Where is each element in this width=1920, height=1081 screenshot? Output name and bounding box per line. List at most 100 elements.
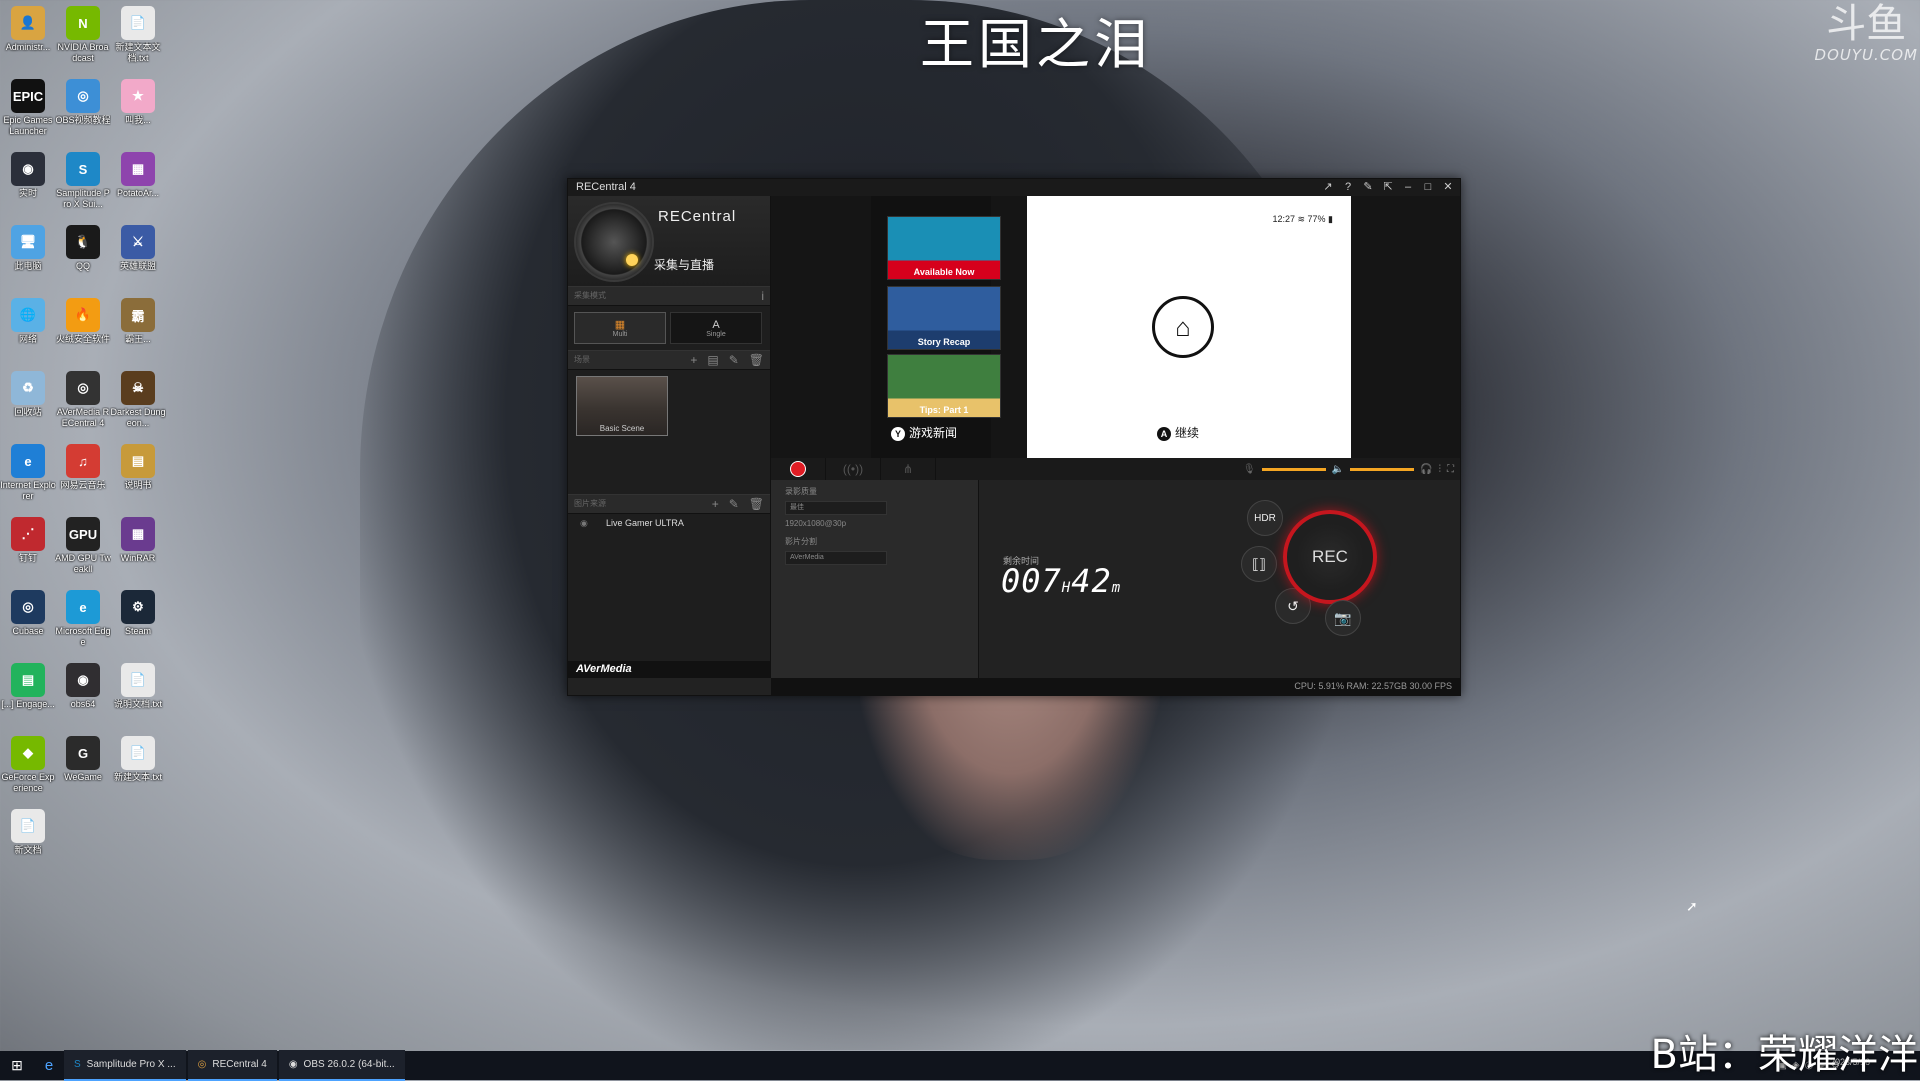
scene-item[interactable]: Basic Scene <box>576 376 668 436</box>
timeshift-button[interactable]: ⟦⟧ <box>1241 546 1277 582</box>
tab-stream[interactable]: ((•)) <box>826 458 881 480</box>
mode-multi-button[interactable]: ▦ Multi <box>574 312 666 344</box>
desktop-icon[interactable]: ⋰ 钉钉 <box>0 515 56 575</box>
app-icon: ⋰ <box>11 517 45 551</box>
speaker-icon[interactable]: 🔈 <box>1332 464 1344 475</box>
app-icon: EPIC <box>11 79 45 113</box>
quality-select[interactable]: 最佳 <box>785 501 887 515</box>
desktop-icon-label: [...] Engage... <box>1 699 55 709</box>
expand-icon[interactable]: ⇱ <box>1380 179 1396 196</box>
desktop-icon[interactable]: ⚙ Steam <box>110 588 166 648</box>
record-button[interactable]: REC <box>1283 510 1377 604</box>
close-button[interactable]: ✕ <box>1440 179 1456 196</box>
desktop-icon[interactable]: ◎ Cubase <box>0 588 56 648</box>
mic-volume-slider[interactable] <box>1261 467 1326 471</box>
desktop-icon-label: 说明书 <box>124 480 152 490</box>
desktop-icon[interactable]: ◉ obs64 <box>55 661 111 721</box>
desktop-icon[interactable]: GPU AMD GPU Tweakll <box>55 515 111 575</box>
switch-status: 12:27 ≋ 77% ▮ <box>1272 214 1333 224</box>
app-icon: ◎ <box>11 590 45 624</box>
mixer-icon[interactable]: ⫶ <box>1439 464 1442 475</box>
add-source-icon[interactable]: + <box>712 495 719 513</box>
start-button[interactable]: ⊞ <box>0 1057 34 1074</box>
visibility-icon[interactable]: ◉ <box>580 514 588 532</box>
video-preview: Available Now Story Recap Tips: Part 1 Y… <box>771 196 1460 458</box>
desktop-icon[interactable]: ▤ 说明书 <box>110 442 166 502</box>
task-samplitude[interactable]: S Samplitude Pro X ... <box>64 1050 186 1081</box>
hdr-button[interactable]: HDR <box>1247 500 1283 536</box>
task-recentral[interactable]: ◎ RECentral 4 <box>187 1050 277 1081</box>
desktop-icon-label: GeForce Experience <box>1 772 55 793</box>
app-icon: 🖥 <box>11 225 45 259</box>
news-thumb-3[interactable]: Tips: Part 1 <box>887 354 1001 418</box>
desktop-icon[interactable]: G WeGame <box>55 734 111 794</box>
split-select[interactable]: AVerMedia <box>785 551 887 565</box>
desktop-icon[interactable]: ▦ PotatoAr... <box>110 150 166 210</box>
maximize-button[interactable]: □ <box>1420 179 1436 196</box>
fullscreen-icon[interactable]: ⛶ <box>1447 464 1454 475</box>
settings-icon[interactable]: ✎ <box>1360 179 1376 196</box>
desktop-icon[interactable]: ◉ 实时 <box>0 150 56 210</box>
add-scene-icon[interactable]: + <box>690 351 697 369</box>
desktop-icon[interactable]: ◎ OBS视频教程 <box>55 77 111 137</box>
desktop-icon[interactable]: ◎ AVerMedia RECentral 4 <box>55 369 111 429</box>
desktop-icon[interactable]: 🐧 QQ <box>55 223 111 283</box>
desktop-icon[interactable]: 📄 新建文本.txt <box>110 734 166 794</box>
delete-scene-icon[interactable]: 🗑 <box>749 351 764 369</box>
desktop-icon-label: PotatoAr... <box>116 188 160 198</box>
desktop-icon[interactable]: 🔥 火绒安全软件 <box>55 296 111 356</box>
news-thumb-2[interactable]: Story Recap <box>887 286 1001 350</box>
desktop-icon[interactable]: e Microsoft Edge <box>55 588 111 648</box>
info-icon[interactable]: i <box>761 287 764 305</box>
edit-scene-icon[interactable]: ✎ <box>729 351 739 369</box>
save-scene-icon[interactable]: ▤ <box>707 351 718 369</box>
desktop-icon[interactable]: N NVIDIA Broadcast <box>55 4 111 64</box>
desktop-icon-label: obs64 <box>70 699 96 709</box>
desktop-icon[interactable]: ▤ [...] Engage... <box>0 661 56 721</box>
edge-icon[interactable]: e <box>34 1057 64 1074</box>
desktop-icon[interactable]: ★ 叫我... <box>110 77 166 137</box>
desktop-icon[interactable]: 🖥 此电脑 <box>0 223 56 283</box>
desktop-icon-label: 英雄联盟 <box>119 261 156 271</box>
desktop-icon[interactable]: 霸霸王... <box>110 296 166 356</box>
desktop-icon[interactable]: e Internet Explorer <box>0 442 56 502</box>
desktop-icon[interactable]: 🌐 网络 <box>0 296 56 356</box>
desktop-icon[interactable]: ◆ GeForce Experience <box>0 734 56 794</box>
tab-record[interactable] <box>771 458 826 480</box>
desktop-icon[interactable]: ♻ 回收站 <box>0 369 56 429</box>
minimize-button[interactable]: – <box>1400 179 1416 196</box>
desktop-icon[interactable]: 👤 Administr... <box>0 4 56 64</box>
edit-source-icon[interactable]: ✎ <box>729 495 739 513</box>
news-label: Y 游戏新闻 <box>891 424 957 441</box>
desktop-icon[interactable]: ▦ WinRAR <box>110 515 166 575</box>
desktop-icon[interactable]: ☠ Darkest Dungeon... <box>110 369 166 429</box>
desktop-icon[interactable]: EPIC Epic Games Launcher <box>0 77 56 137</box>
mode-single-button[interactable]: A Single <box>670 312 762 344</box>
desktop-icon[interactable]: 📄 新文档 <box>0 807 56 867</box>
mode-dial-icon[interactable] <box>574 202 654 282</box>
source-item[interactable]: ◉ Live Gamer ULTRA <box>568 514 770 532</box>
speaker-volume-slider[interactable] <box>1350 467 1415 471</box>
task-obs[interactable]: ◉ OBS 26.0.2 (64-bit... <box>278 1050 405 1081</box>
mic-icon[interactable]: 🎙 <box>1243 464 1256 475</box>
desktop-icon-label: Epic Games Launcher <box>3 115 53 136</box>
pin-icon[interactable]: ↗ <box>1320 179 1336 196</box>
brand-name: RECentral <box>658 208 737 225</box>
tab-multi[interactable]: ⋔ <box>881 458 936 480</box>
desktop-icon[interactable]: S Samplitude Pro X Sui... <box>55 150 111 210</box>
window-titlebar[interactable]: RECentral 4 ↗ ? ✎ ⇱ – □ ✕ <box>568 179 1460 196</box>
news-thumb-1[interactable]: Available Now <box>887 216 1001 280</box>
delete-source-icon[interactable]: 🗑 <box>749 495 764 513</box>
desktop-icon[interactable]: ♫ 网易云音乐 <box>55 442 111 502</box>
desktop-icon[interactable]: 📄 说明文档.txt <box>110 661 166 721</box>
app-icon: ◉ <box>66 663 100 697</box>
headphone-icon[interactable]: 🎧 <box>1420 464 1432 475</box>
desktop-icon[interactable]: ⚔ 英雄联盟 <box>110 223 166 283</box>
snapshot-button[interactable]: 📷 <box>1325 600 1361 636</box>
desktop-icon[interactable]: 📄 新建文本文档.txt <box>110 4 166 64</box>
help-icon[interactable]: ? <box>1340 179 1356 196</box>
y-button-icon: Y <box>891 427 905 441</box>
app-icon: 🔥 <box>66 298 100 332</box>
samplitude-icon: S <box>74 1059 81 1070</box>
desktop-icon-label: 火绒安全软件 <box>55 334 110 344</box>
